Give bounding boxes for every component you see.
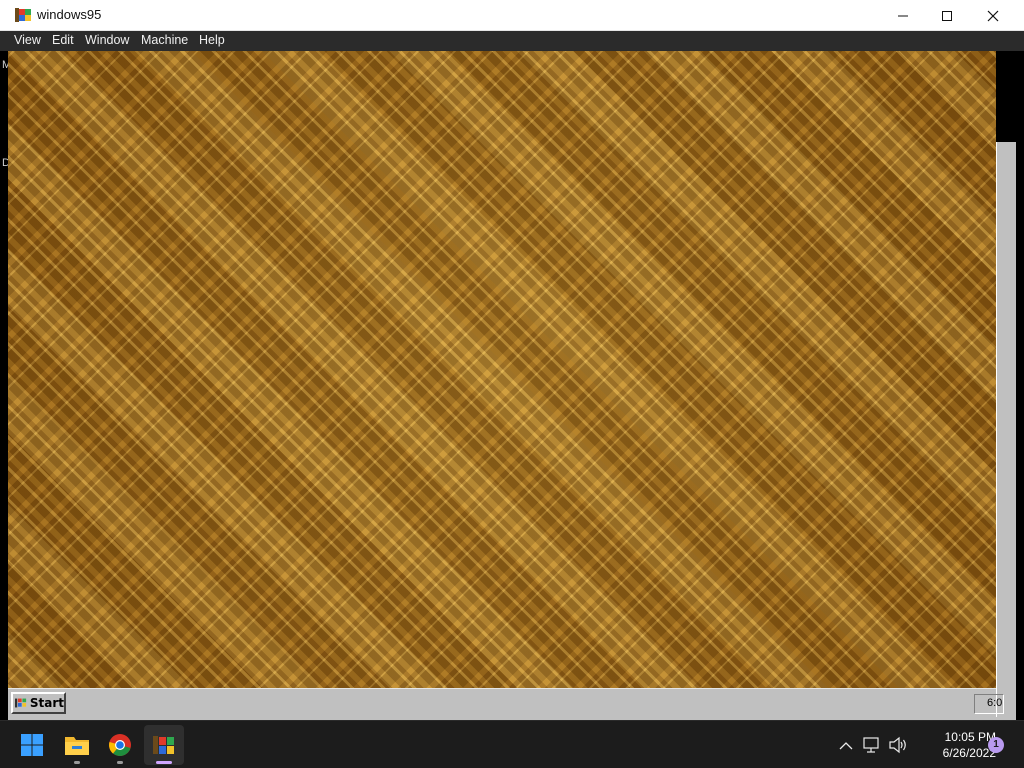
windows-start-icon	[21, 734, 43, 756]
menu-help[interactable]: Help	[199, 33, 225, 47]
maximize-icon	[942, 10, 952, 21]
close-icon	[987, 10, 999, 21]
host-clock-date[interactable]: 6/26/2022	[910, 746, 996, 760]
vm-scrollbar[interactable]	[996, 142, 1016, 717]
menu-window[interactable]: Window	[85, 33, 129, 47]
minimize-button[interactable]	[880, 0, 926, 31]
windows-logo-icon	[15, 698, 27, 708]
windows95-app-icon	[153, 736, 174, 754]
menu-edit[interactable]: Edit	[52, 33, 74, 47]
win95-taskbar: Start 6:0	[8, 688, 1004, 717]
windows95-app-icon	[15, 8, 31, 22]
file-explorer-icon	[65, 737, 89, 755]
host-taskbar: 10:05 PM 6/26/2022	[0, 720, 1024, 768]
notification-badge[interactable]: 1	[988, 737, 1004, 753]
window-title: windows95	[37, 7, 102, 22]
running-indicator	[74, 761, 80, 764]
menu-machine[interactable]: Machine	[141, 33, 188, 47]
win95-system-tray: 6:0	[974, 694, 1004, 714]
vm-left-edge: M D	[0, 51, 11, 717]
window-titlebar[interactable]: windows95	[0, 0, 1024, 31]
tray-network[interactable]	[862, 735, 882, 755]
host-clock-time[interactable]: 10:05 PM	[910, 730, 996, 744]
start-label: Start	[29, 696, 64, 710]
close-button[interactable]	[970, 0, 1016, 31]
menu-view[interactable]: View	[14, 33, 41, 47]
chevron-up-icon	[839, 742, 853, 750]
taskbar-windows95[interactable]	[144, 725, 184, 765]
active-indicator	[156, 761, 172, 764]
win95-desktop[interactable]	[8, 51, 996, 688]
taskbar-file-explorer[interactable]	[57, 725, 97, 765]
tray-overflow[interactable]	[836, 735, 856, 755]
network-icon	[863, 737, 879, 753]
maximize-button[interactable]	[924, 0, 970, 31]
minimize-icon	[898, 15, 908, 16]
taskbar-chrome[interactable]	[100, 725, 140, 765]
tray-volume[interactable]	[888, 735, 908, 755]
host-start-button[interactable]	[12, 725, 52, 765]
win95-start-button[interactable]: Start	[11, 692, 66, 714]
chrome-icon	[109, 734, 131, 756]
volume-icon	[889, 736, 906, 754]
win95-clock[interactable]: 6:0	[987, 697, 1002, 709]
running-indicator	[117, 761, 123, 764]
menu-bar: View Edit Window Machine Help	[0, 31, 1024, 51]
